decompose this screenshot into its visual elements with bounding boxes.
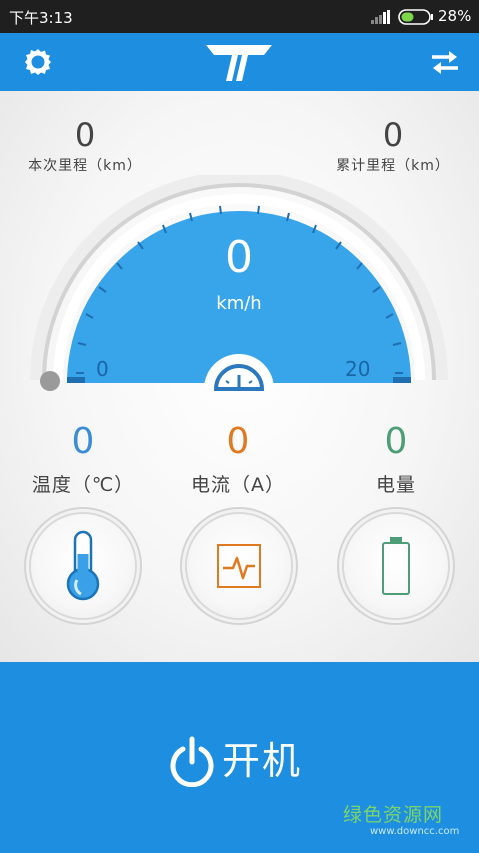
temperature-value: 0 [71, 421, 95, 462]
total-trip-label: 累计里程（km） [336, 158, 450, 174]
current-trip-distance: 0 本次里程（km） [20, 115, 150, 175]
watermark-text: 绿色资源网 [343, 804, 444, 826]
power-stat: 0 电量 [326, 420, 466, 497]
temperature-button[interactable] [31, 514, 135, 618]
speed-value: 0 [225, 232, 253, 283]
swap-arrows-icon[interactable] [429, 48, 461, 76]
current-button[interactable] [187, 514, 291, 618]
status-bar: 下午3:13 28% [0, 0, 479, 33]
status-time: 下午3:13 [9, 9, 73, 27]
battery-button[interactable] [344, 514, 448, 618]
total-trip-value: 0 [382, 116, 404, 154]
total-trip-distance: 0 累计里程（km） [328, 115, 458, 175]
speed-unit: km/h [216, 293, 262, 314]
temperature-stat: 0 温度（℃） [13, 420, 153, 497]
temperature-label: 温度（℃） [31, 474, 135, 496]
gauge-min-label: 0 [96, 357, 109, 381]
battery-icon [398, 9, 433, 25]
battery-level-icon [382, 537, 410, 595]
current-value: 0 [226, 421, 250, 462]
brand-logo [206, 45, 272, 81]
gauge-needle-knob [40, 371, 60, 391]
app-header [0, 33, 479, 91]
signal-icon [371, 10, 390, 24]
power-icon [170, 736, 214, 787]
current-label: 电流（A） [191, 474, 285, 496]
power-on-button[interactable]: 开机 [168, 733, 318, 789]
thermometer-icon [66, 530, 100, 601]
current-stat: 0 电流（A） [168, 420, 308, 497]
battery-percent: 28% [438, 7, 472, 25]
power-label: 电量 [375, 474, 416, 496]
power-value: 0 [384, 421, 408, 462]
pulse-waveform-icon [217, 544, 261, 588]
settings-gear-icon[interactable] [22, 46, 54, 78]
speedometer-gauge [30, 175, 448, 391]
current-trip-label: 本次里程（km） [28, 158, 142, 174]
watermark-url: www.downcc.com [370, 826, 460, 837]
current-trip-value: 0 [74, 116, 96, 154]
power-on-label: 开机 [222, 739, 303, 783]
gauge-max-label: 20 [345, 357, 371, 381]
